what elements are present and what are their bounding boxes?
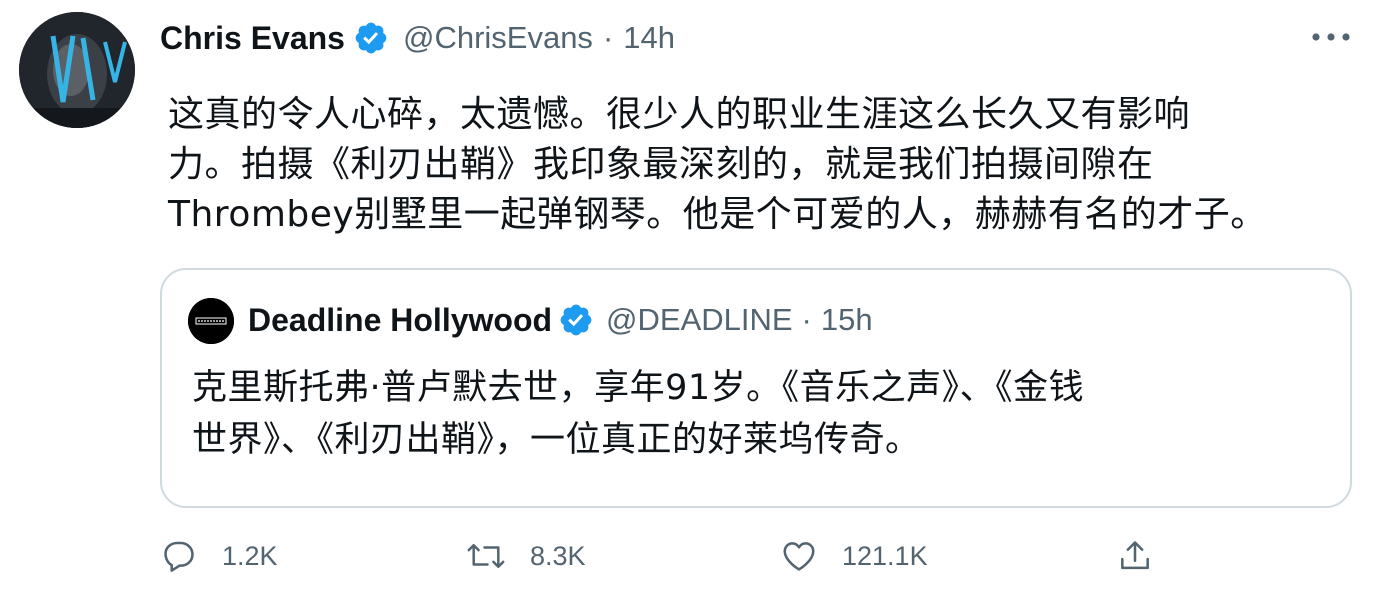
tweet-header: Chris Evans @ChrisEvans · 14h bbox=[160, 12, 675, 64]
share-icon bbox=[1121, 541, 1149, 570]
author-handle[interactable]: @ChrisEvans bbox=[403, 20, 593, 56]
more-horizontal-icon bbox=[1312, 33, 1350, 41]
retweet-count: 8.3K bbox=[530, 540, 586, 571]
avatar-photo bbox=[19, 12, 135, 128]
tweet-actions-bar: 1.2K 8.3K 121.1K bbox=[160, 532, 1360, 580]
author-name[interactable]: Chris Evans bbox=[160, 20, 345, 57]
quoted-author-name[interactable]: Deadline Hollywood bbox=[248, 302, 552, 339]
like-button[interactable]: 121.1K bbox=[780, 532, 928, 580]
like-count: 121.1K bbox=[842, 540, 928, 571]
more-options-button[interactable] bbox=[1306, 24, 1356, 50]
tweet-text-line: 这真的令人心碎，太遗憾。很少人的职业生涯这么长久又有影响 bbox=[168, 94, 1191, 135]
tweet-timestamp[interactable]: 14h bbox=[623, 20, 675, 56]
retweet-icon bbox=[467, 544, 505, 569]
verified-badge-icon bbox=[558, 302, 594, 338]
separator-dot: · bbox=[602, 20, 614, 55]
deadline-logo-icon bbox=[188, 298, 234, 344]
heart-icon bbox=[783, 542, 815, 571]
quoted-tweet-text: 克里斯托弗·普卢默去世，享年91岁。《音乐之声》、《金钱 世界》、《利刃出鞘》，… bbox=[192, 362, 1332, 466]
reply-icon bbox=[164, 541, 194, 572]
share-button[interactable] bbox=[1116, 532, 1154, 580]
tweet-text-line: Thrombey别墅里一起弹钢琴。他是个可爱的人，赫赫有名的才子。 bbox=[168, 194, 1267, 235]
quoted-tweet-card[interactable]: Deadline Hollywood @DEADLINE · 15h 克里斯托弗… bbox=[160, 268, 1352, 508]
quoted-text-line: 世界》、《利刃出鞘》，一位真正的好莱坞传奇。 bbox=[192, 420, 921, 460]
separator-dot: · bbox=[801, 302, 812, 337]
reply-count: 1.2K bbox=[222, 540, 278, 571]
quoted-author-avatar[interactable] bbox=[188, 298, 234, 344]
tweet-text: 这真的令人心碎，太遗憾。很少人的职业生涯这么长久又有影响 力。拍摄《利刃出鞘》我… bbox=[168, 90, 1338, 240]
quoted-author-handle[interactable]: @DEADLINE bbox=[606, 302, 793, 338]
quoted-tweet-header: Deadline Hollywood @DEADLINE · 15h bbox=[248, 294, 873, 346]
tweet-text-line: 力。拍摄《利刃出鞘》我印象最深刻的，就是我们拍摄间隙在 bbox=[168, 144, 1154, 185]
quoted-tweet-timestamp[interactable]: 15h bbox=[821, 302, 873, 338]
retweet-button[interactable]: 8.3K bbox=[466, 532, 586, 580]
reply-button[interactable]: 1.2K bbox=[160, 532, 278, 580]
verified-badge-icon bbox=[353, 20, 389, 56]
quoted-text-line: 克里斯托弗·普卢默去世，享年91岁。《音乐之声》、《金钱 bbox=[192, 368, 1085, 408]
author-avatar[interactable] bbox=[19, 12, 135, 128]
